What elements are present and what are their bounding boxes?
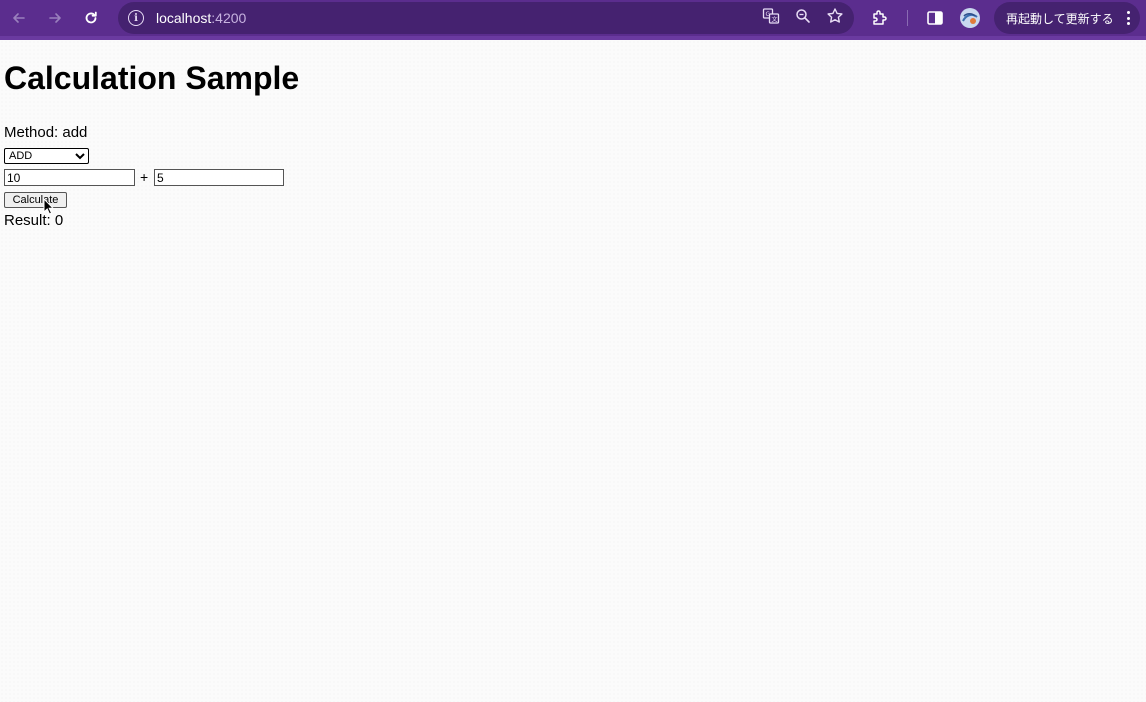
kebab-menu-icon[interactable]	[1126, 11, 1130, 25]
browser-toolbar: i localhost:4200 G文 再起動して更新する	[0, 0, 1146, 36]
first-number-input[interactable]	[4, 169, 135, 186]
omnibox-actions: G文	[762, 2, 844, 34]
address-bar[interactable]: i localhost:4200 G文	[118, 2, 854, 34]
forward-arrow-icon[interactable]	[41, 4, 69, 32]
toolbar-separator	[907, 10, 908, 26]
method-select[interactable]: ADD	[4, 148, 89, 164]
operator-label: +	[140, 169, 149, 185]
sidebar-icon[interactable]	[925, 4, 945, 32]
page-title: Calculation Sample	[4, 60, 300, 96]
svg-text:文: 文	[772, 16, 778, 24]
calculate-button[interactable]: Calculate	[4, 192, 67, 208]
star-icon[interactable]	[826, 7, 844, 29]
url-host: localhost	[156, 10, 212, 26]
svg-text:G: G	[766, 11, 771, 18]
reload-icon[interactable]	[77, 4, 105, 32]
mouse-cursor-icon	[43, 197, 55, 221]
restart-update-button[interactable]: 再起動して更新する	[994, 2, 1140, 34]
second-number-input[interactable]	[154, 169, 284, 186]
restart-update-label: 再起動して更新する	[1006, 11, 1114, 26]
method-label: Method: add	[4, 124, 88, 141]
page-viewport: Calculation Sample Method: add ADD + Cal…	[0, 40, 1146, 702]
extensions-icon[interactable]	[870, 4, 890, 32]
back-arrow-icon[interactable]	[5, 4, 33, 32]
url-text: localhost:4200	[156, 10, 246, 26]
profile-icon[interactable]	[958, 4, 982, 32]
translate-icon[interactable]: G文	[762, 7, 780, 29]
url-port: :4200	[211, 10, 247, 26]
info-icon[interactable]: i	[128, 10, 144, 26]
zoom-icon[interactable]	[794, 7, 812, 29]
